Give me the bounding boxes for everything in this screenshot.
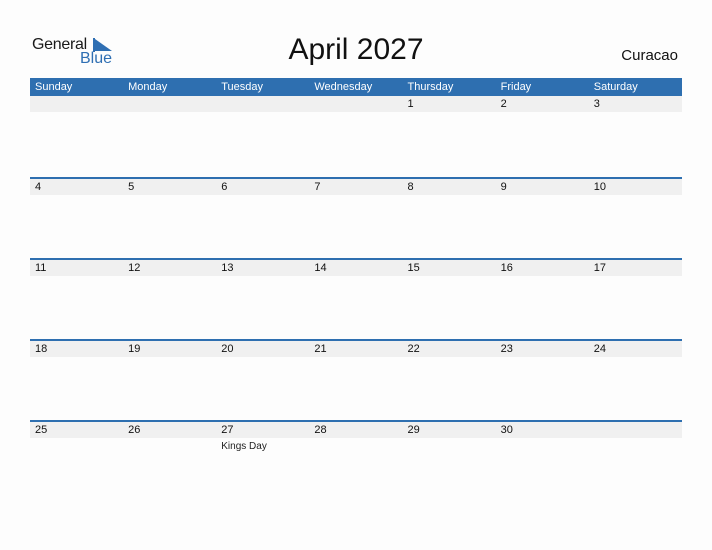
day-cell: 29: [403, 422, 496, 438]
weekday-sunday: Sunday: [35, 81, 73, 93]
day-number: 15: [407, 262, 420, 274]
day-number: 2: [500, 98, 507, 110]
day-number: 18: [35, 343, 48, 355]
day-cell: 11: [30, 260, 123, 276]
day-cell: [30, 96, 123, 112]
week-date-band: 18 19 20 21 22 23 24: [30, 341, 682, 357]
week-date-band: 25 26 27 Kings Day 28 29 30: [30, 422, 682, 452]
day-cell: 7: [309, 179, 402, 195]
day-cell: 21: [309, 341, 402, 357]
day-number: 30: [500, 424, 513, 436]
day-number: 11: [35, 262, 47, 274]
day-number: 5: [128, 181, 135, 193]
day-cell: 23: [496, 341, 589, 357]
day-cell: 6: [216, 179, 309, 195]
day-number: 8: [407, 181, 414, 193]
day-cell: 24: [589, 341, 682, 357]
day-cell: 19: [123, 341, 216, 357]
day-cell: 15: [403, 260, 496, 276]
day-cell: 22: [403, 341, 496, 357]
day-number: 6: [221, 181, 228, 193]
day-number: 20: [221, 343, 234, 355]
day-cell: 17: [589, 260, 682, 276]
day-cell: 27 Kings Day: [216, 422, 309, 452]
weekday-wednesday: Wednesday: [314, 81, 373, 93]
day-cell: 2: [496, 96, 589, 112]
day-number: 29: [407, 424, 420, 436]
week-date-band: 1 2 3: [30, 96, 682, 112]
day-cell: 14: [309, 260, 402, 276]
day-cell: 25: [30, 422, 123, 438]
day-cell: [216, 96, 309, 112]
day-number: 27: [221, 424, 234, 436]
weekday-saturday: Saturday: [593, 81, 638, 93]
weekday-monday: Monday: [128, 81, 168, 93]
day-cell: [309, 96, 402, 112]
day-cell: 10: [589, 179, 682, 195]
week-row: 25 26 27 Kings Day 28 29 30: [30, 420, 682, 501]
day-number: 17: [593, 262, 606, 274]
day-cell: 9: [496, 179, 589, 195]
day-cell: 3: [589, 96, 682, 112]
day-number: 12: [128, 262, 141, 274]
day-cell: [589, 422, 682, 438]
weekday-friday: Friday: [500, 81, 532, 93]
weekday-thursday: Thursday: [407, 81, 454, 93]
day-cell: 28: [309, 422, 402, 438]
day-number: 23: [500, 343, 513, 355]
day-number: 9: [500, 181, 507, 193]
day-number: 13: [221, 262, 234, 274]
day-cell: 4: [30, 179, 123, 195]
day-cell: 16: [496, 260, 589, 276]
week-date-band: 4 5 6 7 8 9 10: [30, 179, 682, 195]
day-cell: 8: [403, 179, 496, 195]
day-number: 1: [407, 98, 414, 110]
holiday-label: Kings Day: [221, 441, 267, 452]
day-number: 4: [35, 181, 42, 193]
country-label: Curacao: [621, 47, 678, 64]
week-row: 4 5 6 7 8 9 10: [30, 177, 682, 258]
day-number: 19: [128, 343, 141, 355]
day-cell: 18: [30, 341, 123, 357]
day-cell: 13: [216, 260, 309, 276]
day-cell: 30: [496, 422, 589, 438]
day-number: 10: [593, 181, 606, 193]
weekday-tuesday: Tuesday: [221, 81, 264, 93]
calendar-grid: Sunday Monday Tuesday Wednesday Thursday…: [30, 78, 682, 501]
weekday-header: Sunday Monday Tuesday Wednesday Thursday…: [30, 78, 682, 96]
calendar-title: April 2027: [288, 33, 424, 66]
week-row: 1 2 3: [30, 96, 682, 177]
day-cell: 5: [123, 179, 216, 195]
day-number: 3: [593, 98, 600, 110]
day-number: 24: [593, 343, 606, 355]
week-row: 11 12 13 14 15 16 17: [30, 258, 682, 339]
day-cell: [123, 96, 216, 112]
day-number: 26: [128, 424, 141, 436]
day-number: 21: [314, 343, 327, 355]
day-number: 22: [407, 343, 420, 355]
week-row: 18 19 20 21 22 23 24: [30, 339, 682, 420]
day-number: 14: [314, 262, 327, 274]
day-cell: 12: [123, 260, 216, 276]
week-date-band: 11 12 13 14 15 16 17: [30, 260, 682, 276]
day-number: 16: [500, 262, 513, 274]
day-cell: 26: [123, 422, 216, 438]
day-number: 7: [314, 181, 321, 193]
day-number: 25: [35, 424, 48, 436]
day-number: 28: [314, 424, 327, 436]
day-cell: 20: [216, 341, 309, 357]
day-cell: 1: [403, 96, 496, 112]
